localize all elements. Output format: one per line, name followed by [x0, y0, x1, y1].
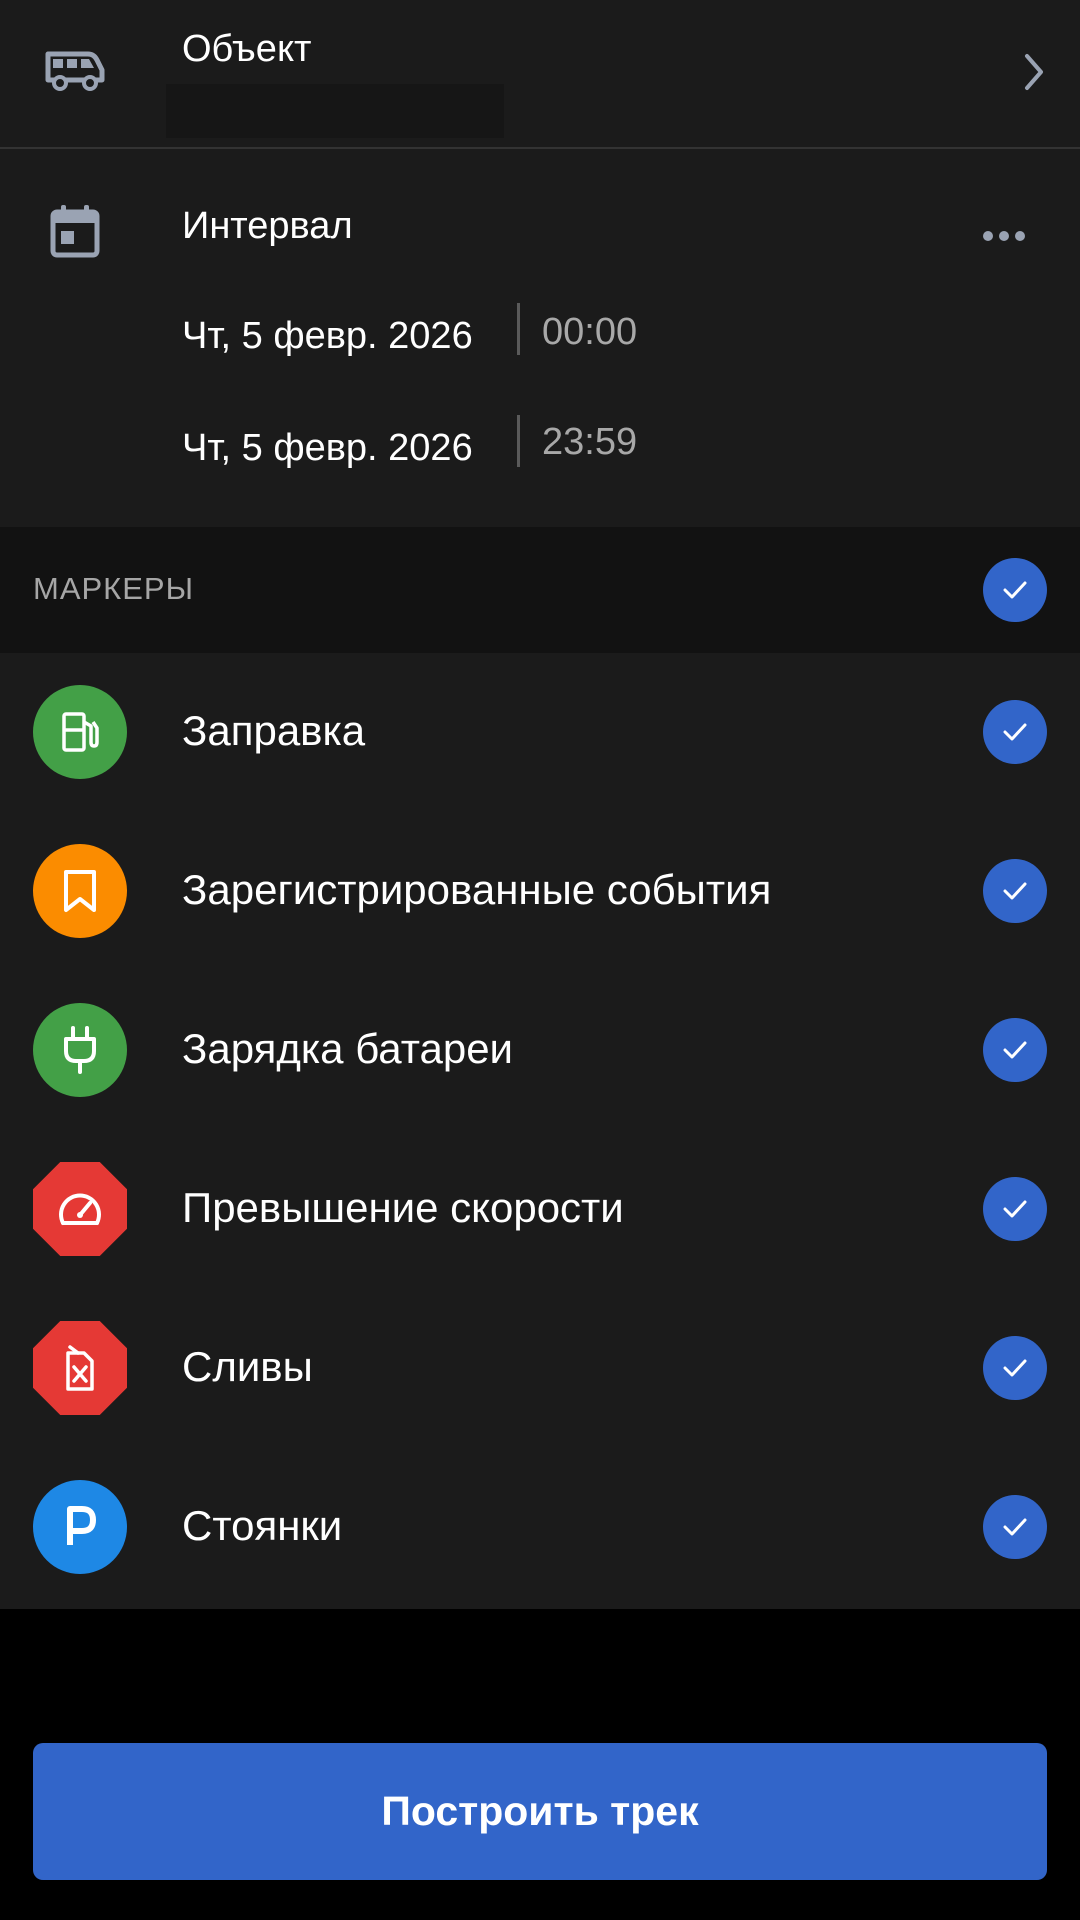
marker-checkbox[interactable] — [983, 700, 1047, 764]
marker-item-speeding[interactable]: Превышение скорости — [0, 1130, 1080, 1289]
interval-from-time[interactable]: 00:00 — [542, 311, 637, 354]
separator — [517, 415, 520, 467]
markers-title: МАРКЕРЫ — [33, 571, 195, 606]
separator — [517, 303, 520, 355]
calendar-icon — [50, 204, 100, 263]
marker-item-fuel-drains[interactable]: Сливы — [0, 1289, 1080, 1448]
interval-section: Интервал Чт, 5 февр. 2026 00:00 Чт, 5 фе… — [0, 149, 1080, 527]
marker-item-registered-events[interactable]: Зарегистрированные события — [0, 812, 1080, 971]
marker-checkbox[interactable] — [983, 1495, 1047, 1559]
fuel-canister-drain-icon — [33, 1321, 127, 1415]
marker-checkbox[interactable] — [983, 1018, 1047, 1082]
build-track-button[interactable]: Построить трек — [33, 1743, 1047, 1880]
marker-item-refueling[interactable]: Заправка — [0, 653, 1080, 812]
marker-checkbox[interactable] — [983, 859, 1047, 923]
marker-item-parking[interactable]: Стоянки — [0, 1448, 1080, 1607]
marker-label: Стоянки — [182, 1502, 343, 1549]
fuel-pump-icon — [33, 685, 127, 779]
plug-icon — [33, 1003, 127, 1097]
marker-label: Заправка — [182, 707, 366, 754]
select-all-markers-checkbox[interactable] — [983, 558, 1047, 622]
markers-list: Заправка Зарегистрированные события Заря… — [0, 653, 1080, 1609]
interval-to-time[interactable]: 23:59 — [542, 421, 637, 464]
object-row[interactable]: Объект — [0, 0, 1080, 148]
van-icon — [44, 48, 106, 97]
bookmark-icon — [33, 844, 127, 938]
marker-label: Зарядка батареи — [182, 1025, 514, 1072]
marker-label: Зарегистрированные события — [182, 866, 772, 913]
marker-label: Превышение скорости — [182, 1184, 624, 1231]
object-label: Объект — [182, 28, 312, 70]
speedometer-icon — [33, 1162, 127, 1256]
interval-label: Интервал — [182, 205, 353, 247]
object-value — [166, 84, 504, 138]
interval-from-date[interactable]: Чт, 5 февр. 2026 — [182, 315, 473, 358]
marker-item-battery-charging[interactable]: Зарядка батареи — [0, 971, 1080, 1130]
more-options-icon[interactable] — [982, 229, 1026, 247]
chevron-right-icon — [1022, 52, 1046, 97]
marker-label: Сливы — [182, 1343, 313, 1390]
marker-checkbox[interactable] — [983, 1177, 1047, 1241]
interval-to-date[interactable]: Чт, 5 февр. 2026 — [182, 427, 473, 470]
marker-checkbox[interactable] — [983, 1336, 1047, 1400]
parking-icon — [33, 1480, 127, 1574]
markers-header: МАРКЕРЫ — [0, 527, 1080, 653]
